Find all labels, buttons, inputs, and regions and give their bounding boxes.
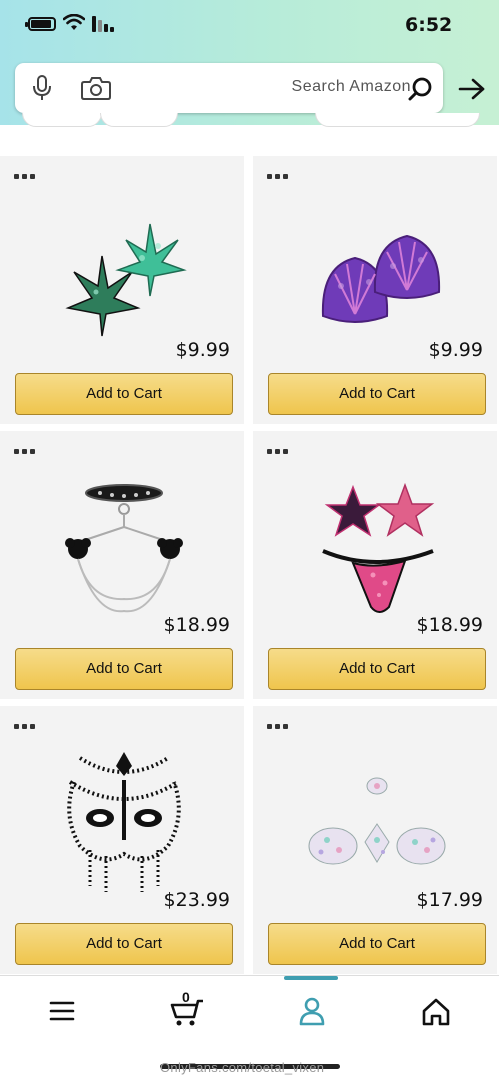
microphone-icon[interactable] — [32, 75, 52, 101]
more-options-icon[interactable] — [267, 172, 291, 180]
product-price: $9.99 — [175, 339, 230, 361]
filter-chips-row — [0, 113, 499, 133]
product-price: $18.99 — [416, 614, 483, 636]
add-to-cart-button[interactable]: Add to Cart — [268, 923, 486, 965]
forward-arrow-icon[interactable] — [458, 78, 486, 100]
product-price: $17.99 — [416, 889, 483, 911]
search-icon[interactable] — [408, 76, 434, 102]
seashell-pasties-image[interactable] — [293, 196, 457, 346]
product-card[interactable]: $17.99 Add to Cart — [253, 706, 497, 974]
more-options-icon[interactable] — [14, 447, 38, 455]
product-card[interactable]: $18.99 Add to Cart — [253, 431, 497, 699]
active-tab-indicator — [284, 976, 338, 980]
product-card[interactable]: $18.99 Add to Cart — [0, 431, 244, 699]
filter-chip[interactable] — [100, 113, 178, 127]
filter-chip[interactable] — [22, 113, 102, 127]
add-to-cart-button[interactable]: Add to Cart — [15, 923, 233, 965]
product-price: $23.99 — [163, 889, 230, 911]
status-time: 6:52 — [405, 14, 453, 36]
cart-icon[interactable]: 0 — [166, 989, 206, 1031]
product-grid: $9.99 Add to Cart $9.99 Add to Cart $18.… — [0, 140, 499, 975]
add-to-cart-button[interactable]: Add to Cart — [15, 373, 233, 415]
product-card[interactable]: $23.99 Add to Cart — [0, 706, 244, 974]
choker-chain-pasties-image[interactable] — [40, 471, 204, 621]
search-bar[interactable]: Search Amazon — [15, 63, 443, 113]
battery-icon — [25, 17, 56, 31]
home-icon[interactable] — [416, 991, 456, 1031]
search-input[interactable]: Search Amazon — [165, 78, 411, 96]
camera-icon[interactable] — [81, 76, 111, 100]
filter-chip[interactable] — [315, 113, 480, 127]
more-options-icon[interactable] — [267, 722, 291, 730]
more-options-icon[interactable] — [14, 722, 38, 730]
account-icon[interactable] — [292, 991, 332, 1031]
top-header: 6:52 Search Amazon — [0, 0, 499, 125]
product-card[interactable]: $9.99 Add to Cart — [253, 156, 497, 424]
product-price: $18.99 — [163, 614, 230, 636]
cart-count: 0 — [182, 989, 190, 1005]
cellular-signal-icon — [92, 16, 116, 32]
rhinestone-mask-image[interactable] — [40, 746, 204, 896]
wifi-icon — [63, 14, 85, 30]
product-card[interactable]: $9.99 Add to Cart — [0, 156, 244, 424]
menu-icon[interactable] — [42, 991, 82, 1031]
leaf-pasties-image[interactable] — [40, 196, 204, 346]
product-price: $9.99 — [428, 339, 483, 361]
jewel-body-gems-image[interactable] — [293, 746, 457, 896]
more-options-icon[interactable] — [267, 447, 291, 455]
watermark-text: OnlyFans.com/toetal_vixen — [160, 1060, 325, 1075]
status-bar: 6:52 — [0, 0, 499, 56]
add-to-cart-button[interactable]: Add to Cart — [15, 648, 233, 690]
star-pasties-set-image[interactable] — [293, 471, 457, 621]
more-options-icon[interactable] — [14, 172, 38, 180]
add-to-cart-button[interactable]: Add to Cart — [268, 373, 486, 415]
add-to-cart-button[interactable]: Add to Cart — [268, 648, 486, 690]
